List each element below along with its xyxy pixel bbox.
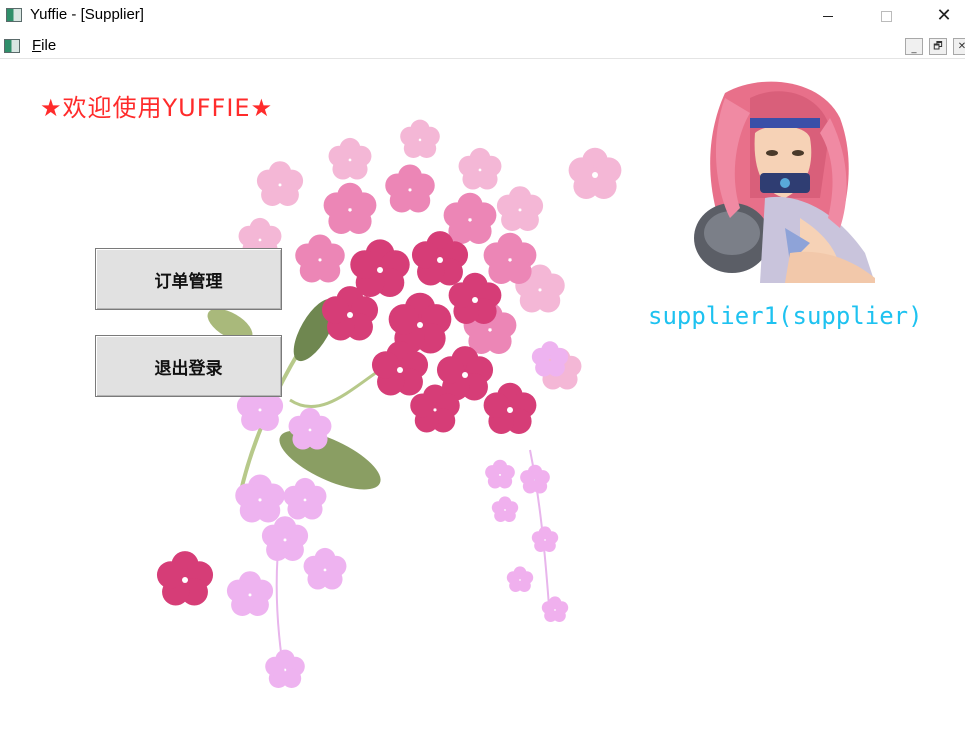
mdi-restore-icon: 🗗 bbox=[933, 40, 943, 52]
window-title: Yuffie - [Supplier] bbox=[30, 6, 144, 23]
menu-file-label: ile bbox=[41, 37, 57, 54]
user-avatar bbox=[694, 81, 875, 283]
app-icon bbox=[6, 8, 22, 22]
maximize-icon bbox=[880, 10, 892, 22]
close-icon: ✕ bbox=[936, 5, 952, 26]
minimize-button[interactable] bbox=[805, 0, 851, 32]
logout-button[interactable]: 退出登录 bbox=[95, 335, 282, 397]
mdi-minimize-icon: _ bbox=[911, 43, 917, 54]
close-button[interactable]: ✕ bbox=[921, 0, 965, 32]
mdi-close-icon: ✕ bbox=[957, 40, 965, 52]
mdi-restore-button[interactable]: 🗗 bbox=[929, 38, 947, 55]
mdi-close-button[interactable]: ✕ bbox=[953, 38, 965, 55]
minimize-icon bbox=[823, 15, 833, 17]
mdi-child-icon[interactable] bbox=[4, 39, 20, 53]
menu-bar: File _ 🗗 ✕ bbox=[0, 33, 965, 59]
current-user-label: supplier1(supplier) bbox=[648, 302, 923, 330]
order-management-button[interactable]: 订单管理 bbox=[95, 248, 282, 310]
maximize-button[interactable] bbox=[863, 0, 909, 32]
menu-file-mnemonic: F bbox=[32, 37, 42, 54]
flower-bouquet-image bbox=[156, 119, 622, 688]
menu-file[interactable]: File bbox=[32, 37, 56, 54]
mdi-minimize-button[interactable]: _ bbox=[905, 38, 923, 55]
app-window: Yuffie - [Supplier] ✕ File _ 🗗 ✕ ★欢迎使用YU… bbox=[0, 0, 965, 736]
title-bar: Yuffie - [Supplier] ✕ bbox=[0, 0, 965, 32]
